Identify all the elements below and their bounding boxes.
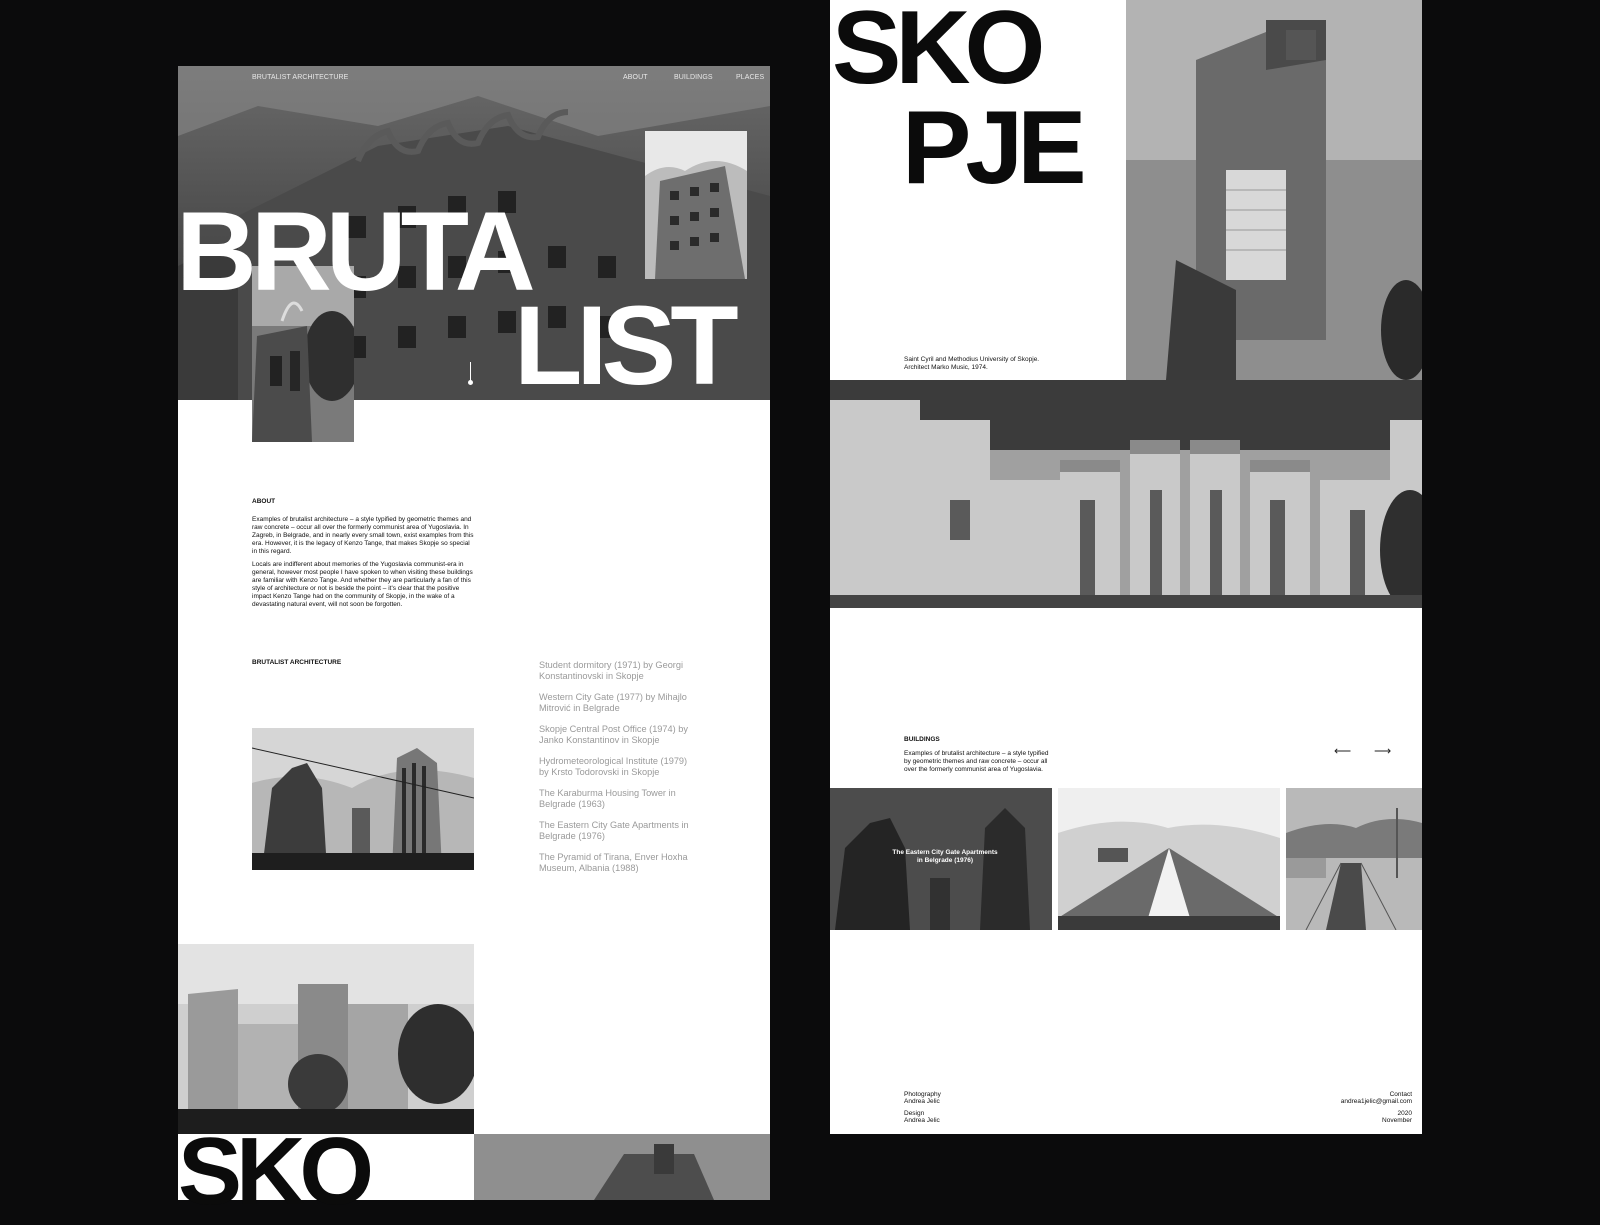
buildings-text: Examples of brutalist architecture – a s… (904, 750, 1049, 773)
university-tower-photo (1126, 0, 1422, 380)
nav-link-buildings[interactable]: BUILDINGS (674, 74, 713, 81)
bottom-title: SKO (178, 1118, 374, 1225)
photo-caption: Saint Cyril and Methodius University of … (904, 356, 1040, 371)
footer-photography-name: Andrea Jelic (904, 1098, 940, 1105)
about-heading: ABOUT (252, 498, 276, 505)
university-photo (178, 944, 474, 1134)
brutalist-list-heading: BRUTALIST ARCHITECTURE (252, 659, 342, 666)
footer-design-name: Andrea Jelic (904, 1117, 940, 1124)
list-item[interactable]: Skopje Central Post Office (1974) by Jan… (539, 724, 699, 745)
prev-arrow-icon[interactable]: ⟵ (1334, 744, 1351, 758)
post-office-photo (830, 380, 1422, 608)
skopje-title-line1: SKO (832, 0, 1045, 106)
list-item[interactable]: The Karaburma Housing Tower in Belgrade … (539, 788, 699, 809)
scroll-indicator-dot (468, 380, 473, 385)
brutalist-list: Student dormitory (1971) by Georgi Konst… (539, 660, 699, 884)
list-item[interactable]: The Eastern City Gate Apartments in Belg… (539, 820, 699, 841)
list-item[interactable]: Western City Gate (1977) by Mihajlo Mitr… (539, 692, 699, 713)
nav-link-about[interactable]: ABOUT (623, 74, 648, 81)
hero-title-line2: LIST (514, 283, 739, 408)
gallery-caption: The Eastern City Gate Apartments in Belg… (892, 849, 998, 864)
towers-photo (252, 728, 474, 870)
next-arrow-icon[interactable]: ⟶ (1374, 744, 1391, 758)
gallery-card-2[interactable] (1058, 788, 1280, 930)
buildings-heading: BUILDINGS (904, 736, 940, 743)
footer-month: November (1382, 1117, 1412, 1124)
hero-inset-photo (645, 131, 747, 279)
about-paragraph-1: Examples of brutalist architecture – a s… (252, 516, 474, 555)
list-item[interactable]: Student dormitory (1971) by Georgi Konst… (539, 660, 699, 681)
footer-contact-email[interactable]: andrea1jelic@gmail.com (1341, 1098, 1412, 1106)
brand-logo[interactable]: BRUTALIST ARCHITECTURE (252, 74, 348, 81)
gallery-card-3[interactable] (1286, 788, 1422, 930)
nav-link-places[interactable]: PLACES (736, 74, 764, 81)
bottom-photo (474, 1134, 770, 1200)
skopje-title-line2: PJE (902, 90, 1087, 206)
hero-title-line1: BRUTA (176, 189, 536, 314)
about-paragraph-2: Locals are indifferent about memories of… (252, 561, 473, 608)
list-item[interactable]: The Pyramid of Tirana, Enver Hoxha Museu… (539, 852, 699, 873)
list-item[interactable]: Hydrometeorological Institute (1979) by … (539, 756, 699, 777)
